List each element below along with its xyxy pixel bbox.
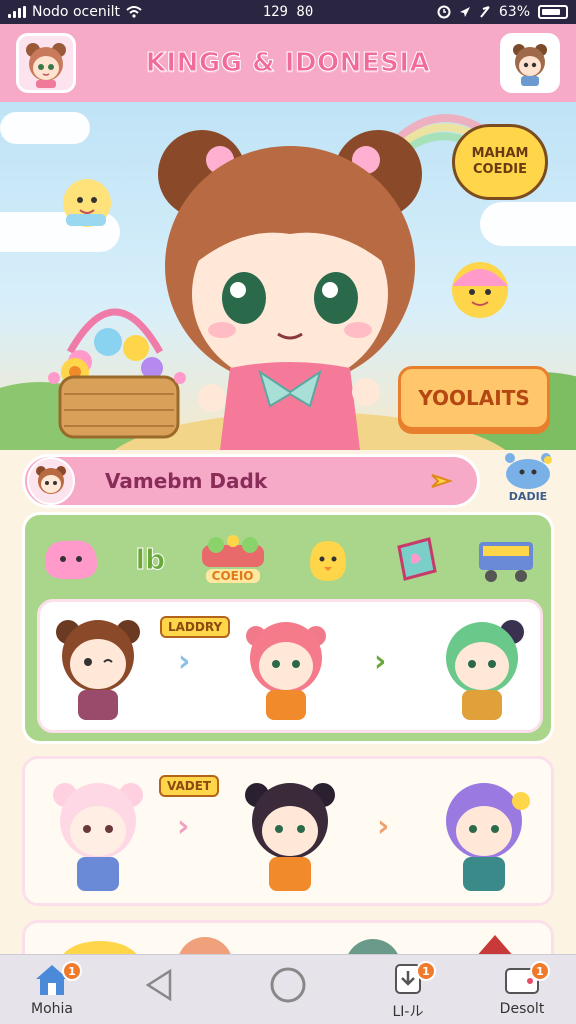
category-shop[interactable]: COEIO xyxy=(198,535,268,583)
hero-banner: MAHAM COEDIE YOOLAITS xyxy=(0,102,576,450)
avatar-icon xyxy=(36,466,66,494)
character-avatar xyxy=(53,783,143,891)
category-panel: lb COEIO LADDRY › › xyxy=(22,512,554,744)
battery-percent: 63% xyxy=(498,4,530,20)
status-bar: Nodo ocenilt 129 80 63% xyxy=(0,0,576,24)
app-title: KINGG & IDONESIA xyxy=(145,48,431,79)
blob-icon xyxy=(45,540,98,580)
carrier-name: Nodo ocenilt xyxy=(32,4,120,20)
nav-label: LI-ル xyxy=(392,1004,424,1020)
battery-icon xyxy=(538,5,568,19)
navigation-icon xyxy=(480,6,490,18)
clock: 129 80 xyxy=(262,4,314,20)
nav-back-button[interactable] xyxy=(112,961,208,1021)
status-right: 63% xyxy=(368,4,568,20)
back-icon xyxy=(145,968,172,1002)
shop-label: COEIO xyxy=(205,569,260,583)
character-card[interactable]: VADET › › xyxy=(22,756,554,906)
hero-action-button[interactable]: YOOLAITS xyxy=(398,366,550,430)
signal-icon xyxy=(8,6,26,18)
category-card[interactable] xyxy=(389,533,441,585)
notification-badge: 1 xyxy=(62,961,82,981)
side-mascot-label: DADIE xyxy=(508,490,548,503)
truck-icon xyxy=(478,542,533,582)
friend-avatar-button[interactable] xyxy=(499,33,560,93)
shop-icon xyxy=(201,535,264,567)
cloud xyxy=(0,112,90,144)
chevron-right-icon: › xyxy=(177,809,190,844)
character-avatar xyxy=(56,620,140,720)
cloud xyxy=(480,202,576,246)
character-avatar xyxy=(246,622,326,720)
side-mascot-button[interactable]: DADIE xyxy=(496,450,560,512)
main-character-illustration xyxy=(158,130,422,450)
category-blob[interactable] xyxy=(39,533,103,585)
nav-home[interactable]: 1 Mohia xyxy=(4,961,100,1021)
chevron-right-icon: › xyxy=(377,809,390,844)
category-letters[interactable]: lb xyxy=(135,542,166,576)
card-tag: LADDRY xyxy=(160,616,231,638)
speech-bubble-text: MAHAM COEDIE xyxy=(471,146,529,177)
floating-balloon-mascot-illustration xyxy=(452,262,508,318)
search-avatar xyxy=(27,457,75,505)
nav-label: Desolt xyxy=(499,1001,545,1017)
chick-icon xyxy=(310,541,347,581)
letters-icon: lb xyxy=(135,542,166,576)
nav-downloads[interactable]: 1 LI-ル xyxy=(360,961,456,1021)
search-row: Vamebm Dadk DADIE xyxy=(0,450,576,516)
category-row: lb COEIO xyxy=(39,523,539,595)
status-left: Nodo ocenilt xyxy=(8,4,208,20)
avatar-icon xyxy=(512,44,547,86)
avatar-icon xyxy=(26,43,66,88)
location-icon xyxy=(459,7,470,17)
search-text: Vamebm Dadk xyxy=(105,469,268,493)
alarm-icon xyxy=(437,5,451,19)
character-avatar xyxy=(446,620,524,720)
bottom-navigation: 1 Mohia 1 LI-ル 1 Desolt xyxy=(0,954,576,1024)
notification-badge: 1 xyxy=(530,961,550,981)
arrow-right-icon xyxy=(431,474,454,488)
search-bar[interactable]: Vamebm Dadk xyxy=(22,454,480,508)
wifi-icon xyxy=(126,6,142,18)
notification-badge: 1 xyxy=(416,961,436,981)
profile-avatar-button[interactable] xyxy=(16,33,76,93)
speech-bubble: MAHAM COEDIE xyxy=(452,124,548,200)
category-truck[interactable] xyxy=(473,532,539,586)
blob-mascot-icon xyxy=(505,453,552,489)
chevron-right-icon: › xyxy=(178,644,191,679)
character-avatar xyxy=(245,783,335,891)
nav-home-button[interactable] xyxy=(240,961,336,1021)
app-header: KINGG & IDONESIA xyxy=(0,24,576,102)
card-icon xyxy=(396,537,437,581)
nav-desolt[interactable]: 1 Desolt xyxy=(474,961,570,1021)
category-chick[interactable] xyxy=(300,531,356,587)
character-avatar xyxy=(446,783,530,891)
chevron-right-icon: › xyxy=(374,644,387,679)
search-go-button[interactable] xyxy=(423,461,463,501)
circle-icon xyxy=(270,967,306,1003)
character-card[interactable]: LADDRY › › xyxy=(37,599,543,733)
card-tag: VADET xyxy=(159,775,220,797)
nav-label: Mohia xyxy=(31,1001,73,1017)
floating-mascot-illustration xyxy=(63,179,111,227)
